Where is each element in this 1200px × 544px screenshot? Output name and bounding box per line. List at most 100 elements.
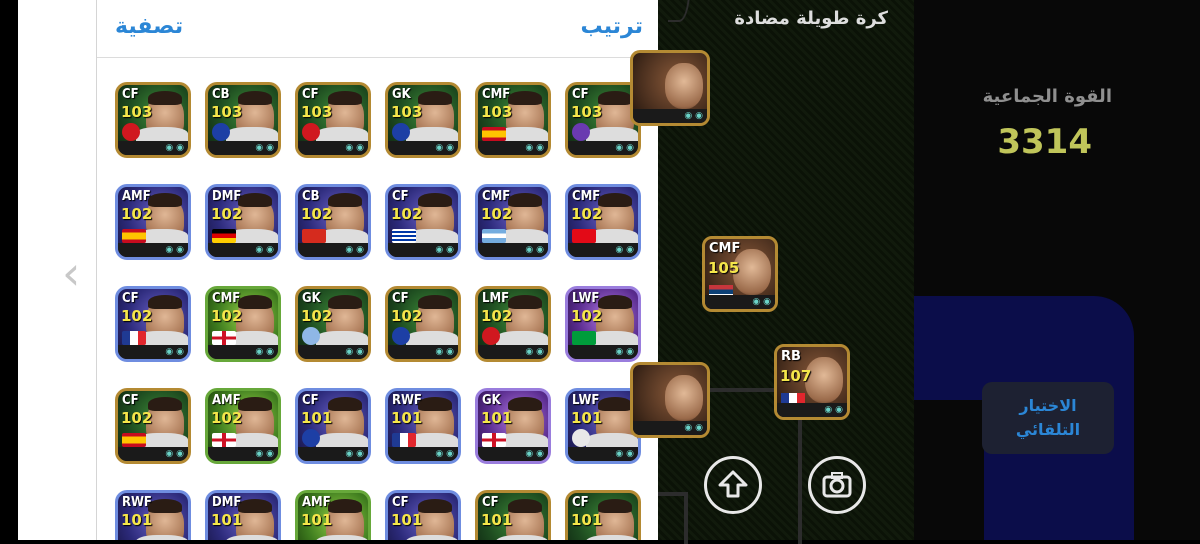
player-position: CF — [392, 495, 409, 510]
player-photo-hair — [418, 295, 452, 309]
player-card[interactable]: CF101◉ ◉ — [385, 490, 461, 540]
player-photo-hair — [238, 499, 272, 513]
player-rating: 103 — [301, 103, 333, 121]
player-card[interactable]: GK 101 ◉ ◉ — [475, 388, 551, 464]
auto-select-label-line2: التلقائي — [1015, 420, 1081, 439]
player-shirt — [586, 535, 638, 540]
left-panel-background — [18, 0, 96, 540]
player-card[interactable]: CMF 105 ◉ ◉ — [702, 236, 778, 312]
player-position: GK — [392, 87, 411, 102]
player-card[interactable]: CF 103 ◉ ◉ — [295, 82, 371, 158]
player-card[interactable]: CMF 102 ◉ ◉ — [205, 286, 281, 362]
player-card[interactable]: GK 102 ◉ ◉ — [295, 286, 371, 362]
player-rating: 103 — [481, 103, 513, 121]
player-position: LWF — [572, 393, 600, 408]
card-rank-dots: ◉ ◉ — [388, 447, 458, 461]
auto-select-label: الاختيار التلقائي — [1016, 394, 1080, 442]
player-card[interactable]: AMF 102 ◉ ◉ — [205, 388, 281, 464]
player-rating: 102 — [121, 205, 153, 223]
flag-turkey-icon — [572, 229, 596, 243]
player-card[interactable]: AMF101◉ ◉ — [295, 490, 371, 540]
player-position: CMF — [709, 241, 741, 256]
card-rank-dots: ◉ ◉ — [298, 345, 368, 359]
player-card[interactable]: RB 107 ◉ ◉ — [774, 344, 850, 420]
player-card[interactable]: AMF 102 ◉ ◉ — [115, 184, 191, 260]
camera-button[interactable] — [808, 456, 866, 514]
player-position: GK — [302, 291, 321, 306]
club-white-crest-icon — [572, 429, 590, 447]
player-position: CMF — [482, 189, 511, 204]
player-position: AMF — [212, 393, 241, 408]
player-card[interactable]: CB 103 ◉ ◉ — [205, 82, 281, 158]
player-photo-hair — [508, 193, 542, 207]
card-rank-dots: ◉ ◉ — [298, 141, 368, 155]
player-rating: 102 — [121, 307, 153, 325]
flag-spain-icon — [482, 127, 506, 141]
player-position: CB — [302, 189, 320, 204]
card-rank-dots: ◉ ◉ — [568, 141, 638, 155]
player-photo-hair — [148, 193, 182, 207]
player-card[interactable]: CMF 102 ◉ ◉ — [475, 184, 551, 260]
team-side-panel: القوة الجماعية 3314 الاختيار التلقائي — [914, 0, 1200, 540]
player-card[interactable]: ◉ ◉ — [630, 50, 710, 126]
player-card[interactable]: CF 102 ◉ ◉ — [115, 388, 191, 464]
chevron-left-icon[interactable]: ‹ — [62, 250, 80, 296]
card-rank-dots: ◉ ◉ — [118, 345, 188, 359]
auto-select-label-line1: الاختيار — [1019, 396, 1077, 415]
player-photo-hair — [328, 91, 362, 105]
player-position: CMF — [212, 291, 241, 306]
player-position: DMF — [212, 495, 242, 510]
player-rating: 102 — [121, 409, 153, 427]
player-photo-hair — [508, 295, 542, 309]
player-position: RWF — [122, 495, 152, 510]
player-card[interactable]: DMF101◉ ◉ — [205, 490, 281, 540]
player-card[interactable]: CF 102 ◉ ◉ — [385, 286, 461, 362]
club-blue-crest-icon — [392, 327, 410, 345]
player-position: AMF — [122, 189, 151, 204]
player-card[interactable]: CB 102 ◉ ◉ — [295, 184, 371, 260]
player-rating: 102 — [571, 205, 603, 223]
player-card[interactable]: CMF 103 ◉ ◉ — [475, 82, 551, 158]
player-card[interactable]: RWF101◉ ◉ — [115, 490, 191, 540]
player-photo-hair — [598, 499, 632, 513]
player-photo-hair — [148, 91, 182, 105]
player-photo-hair — [418, 397, 452, 411]
upload-button[interactable] — [704, 456, 762, 514]
player-card[interactable]: DMF 102 ◉ ◉ — [205, 184, 281, 260]
player-card[interactable]: CF101◉ ◉ — [295, 388, 371, 464]
player-card[interactable]: LMF 102 ◉ ◉ — [475, 286, 551, 362]
player-rating: 102 — [211, 205, 243, 223]
player-card[interactable]: CF 102 ◉ ◉ — [115, 286, 191, 362]
flag-argentina-icon — [482, 229, 506, 243]
auto-select-button[interactable]: الاختيار التلقائي — [982, 382, 1114, 454]
card-rank-dots: ◉ ◉ — [118, 243, 188, 257]
player-rating: 101 — [571, 409, 603, 427]
player-card[interactable]: CF 103 ◉ ◉ — [115, 82, 191, 158]
card-rank-dots: ◉ ◉ — [208, 141, 278, 155]
player-rating: 101 — [481, 409, 513, 427]
team-strength-value: 3314 — [997, 122, 1092, 162]
player-rating: 103 — [391, 103, 423, 121]
player-rating: 101 — [391, 511, 423, 529]
camera-icon — [822, 472, 852, 498]
player-card[interactable]: CF101◉ ◉ — [565, 490, 641, 540]
club-purple-crest-icon — [572, 123, 590, 141]
player-rating: 101 — [391, 409, 423, 427]
player-card[interactable]: CMF 102 ◉ ◉ — [565, 184, 641, 260]
card-rank-dots: ◉ ◉ — [388, 243, 458, 257]
player-photo-hair — [148, 499, 182, 513]
player-rating: 102 — [481, 205, 513, 223]
player-card[interactable]: CF 102 ◉ ◉ — [385, 184, 461, 260]
player-card[interactable]: RWF101◉ ◉ — [385, 388, 461, 464]
player-photo-hair — [148, 397, 182, 411]
player-position: LWF — [572, 291, 600, 306]
player-card[interactable]: ◉ ◉ — [630, 362, 710, 438]
player-selection-panel: تصفية ترتيب CF 103 ◉ ◉ CB 103 ◉ ◉ CF 103 ◉ ◉ GK 10… — [96, 0, 659, 540]
decorative-shape — [914, 400, 984, 540]
card-rank-dots: ◉ ◉ — [118, 141, 188, 155]
player-card[interactable]: CF101◉ ◉ — [475, 490, 551, 540]
player-card[interactable]: LWF 102 ◉ ◉ — [565, 286, 641, 362]
club-blue-crest-icon — [302, 429, 320, 447]
player-card[interactable]: GK 103 ◉ ◉ — [385, 82, 461, 158]
player-photo-hair — [418, 499, 452, 513]
